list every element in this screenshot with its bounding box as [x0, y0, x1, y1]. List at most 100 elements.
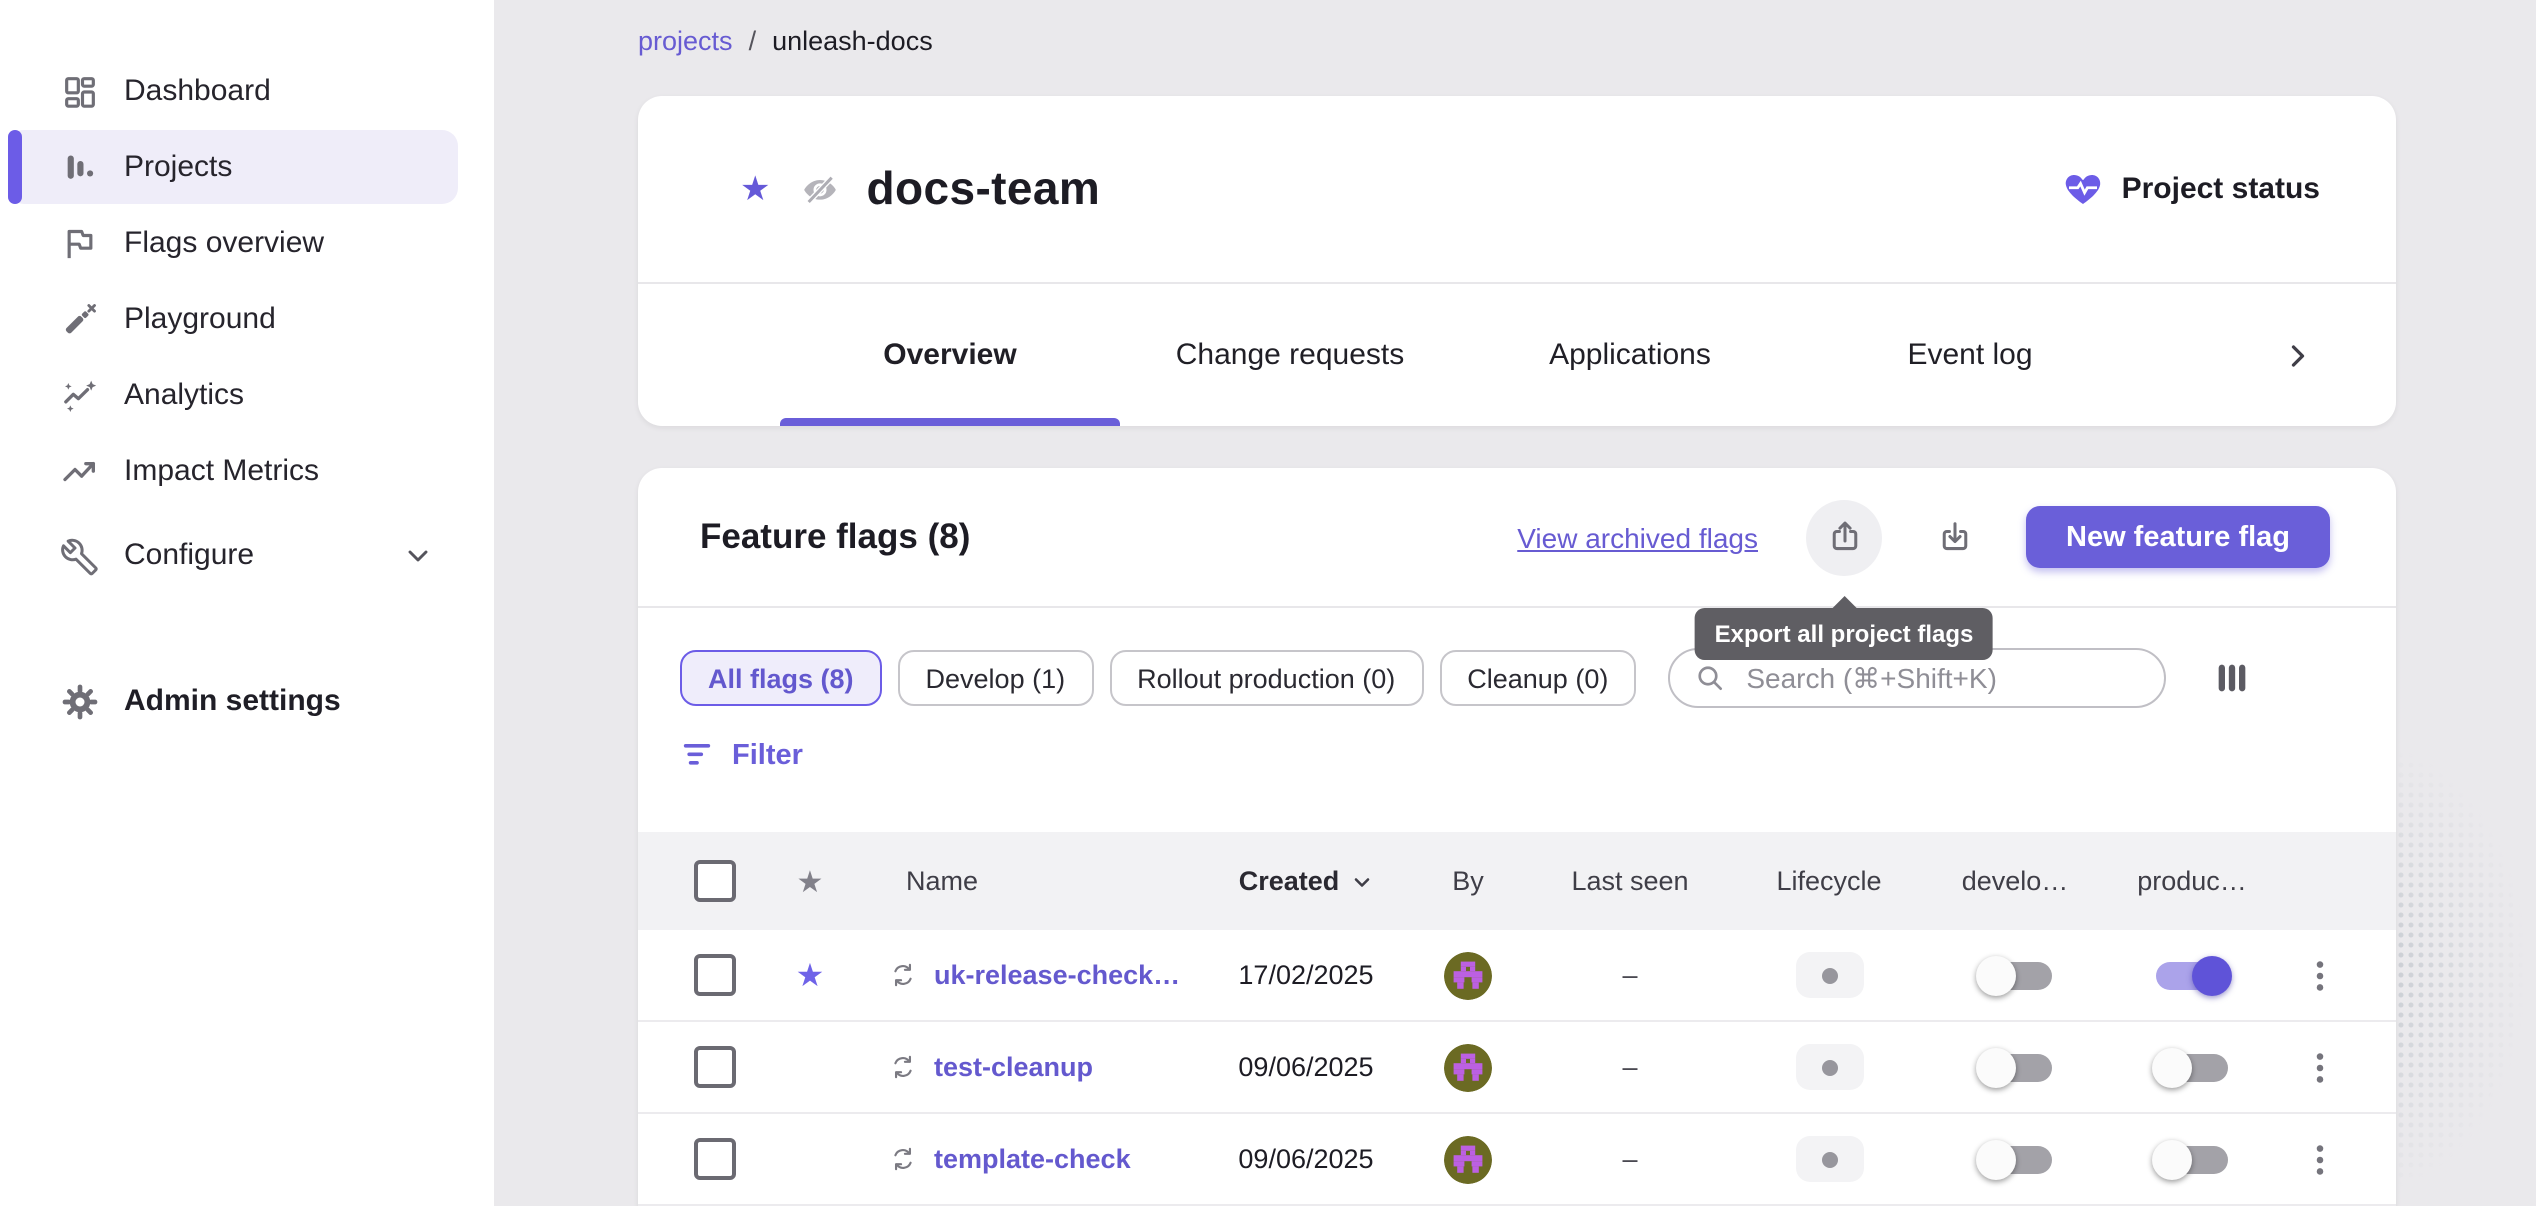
sidebar-item-label: Analytics	[124, 378, 244, 412]
flags-header: Feature flags (8) View archived flags Ex…	[638, 468, 2396, 606]
trending-up-icon	[60, 451, 100, 491]
sync-icon	[890, 962, 916, 988]
feature-flags-card: Feature flags (8) View archived flags Ex…	[638, 468, 2396, 1206]
flags-title: Feature flags (8)	[700, 516, 970, 558]
column-header-develop[interactable]: develo…	[1924, 866, 2106, 896]
last-seen-value: –	[1526, 1052, 1734, 1082]
develop-toggle[interactable]	[1975, 1139, 2055, 1179]
feature-flags-table: ★ NameCreatedByLast seenLifecycledevelo…p…	[638, 832, 2396, 1206]
chip-cleanup-0-[interactable]: Cleanup (0)	[1439, 650, 1636, 706]
dashboard-icon	[60, 71, 100, 111]
chip-rollout-production-0-[interactable]: Rollout production (0)	[1109, 650, 1423, 706]
column-header-created[interactable]: Created	[1202, 866, 1410, 896]
last-seen-value: –	[1526, 1144, 1734, 1174]
production-toggle[interactable]	[2152, 1047, 2232, 1087]
sidebar-item-playground[interactable]: Playground	[8, 282, 458, 356]
lifecycle-badge[interactable]	[1795, 952, 1863, 998]
sidebar-item-configure[interactable]: Configure	[8, 518, 458, 592]
avatar	[1444, 1043, 1492, 1091]
view-archived-flags-link[interactable]: View archived flags	[1517, 521, 1758, 553]
flag-icon	[60, 223, 100, 263]
table-row: ★uk-release-check…17/02/2025–	[638, 930, 2396, 1022]
columns-icon[interactable]	[2212, 658, 2252, 698]
heart-pulse-icon	[2062, 168, 2104, 210]
develop-toggle[interactable]	[1975, 1047, 2055, 1087]
avatar	[1444, 1135, 1492, 1183]
sidebar-item-analytics[interactable]: Analytics	[8, 358, 458, 432]
new-feature-flag-button[interactable]: New feature flag	[2026, 506, 2330, 568]
chip-develop-1-[interactable]: Develop (1)	[898, 650, 1094, 706]
column-header-by[interactable]: By	[1410, 866, 1526, 896]
export-icon	[1825, 518, 1863, 556]
develop-toggle[interactable]	[1975, 955, 2055, 995]
search-icon	[1694, 662, 1726, 694]
column-header-lifecycle[interactable]: Lifecycle	[1734, 866, 1924, 896]
import-flags-button[interactable]	[1936, 518, 1974, 556]
flag-name-link[interactable]: uk-release-check…	[934, 960, 1180, 990]
search-input[interactable]	[1742, 660, 2140, 696]
export-flags-button[interactable]: Export all project flags	[1806, 499, 1882, 575]
page-title: docs-team	[867, 162, 1101, 216]
table-row: template-check 09/06/2025 –	[638, 1114, 2396, 1206]
row-checkbox[interactable]	[693, 1138, 735, 1180]
project-header-card: ★ docs-team Project status OverviewChang…	[638, 96, 2396, 426]
production-toggle[interactable]	[2152, 955, 2232, 995]
filter-button[interactable]: Filter	[680, 738, 803, 772]
column-header-production[interactable]: produc…	[2106, 866, 2278, 896]
chips-group: All flags (8) Develop (1) Rollout producti…	[680, 650, 1652, 706]
row-actions-kebab-icon[interactable]	[2303, 957, 2335, 993]
sidebar-item-label: Dashboard	[124, 74, 271, 108]
created-date: 09/06/2025	[1202, 1144, 1410, 1174]
tab-overview[interactable]: Overview	[780, 284, 1120, 426]
projects-icon	[60, 147, 100, 187]
sidebar-item-dashboard[interactable]: Dashboard	[8, 54, 458, 128]
export-tooltip: Export all project flags	[1695, 607, 1994, 659]
sidebar-item-label: Configure	[124, 538, 254, 572]
flag-name-link[interactable]: test-cleanup	[934, 1052, 1093, 1082]
tabs-overflow-chevron-right-icon[interactable]	[2280, 337, 2316, 373]
lifecycle-badge[interactable]	[1795, 1044, 1863, 1090]
sidebar-item-projects[interactable]: Projects	[8, 130, 458, 204]
column-header-last-seen[interactable]: Last seen	[1526, 866, 1734, 896]
sync-icon	[890, 1054, 916, 1080]
row-actions-kebab-icon[interactable]	[2303, 1141, 2335, 1177]
sidebar-nav: Dashboard ProjectsFlags overview Playgroun…	[0, 54, 494, 738]
filter-icon	[680, 738, 714, 772]
chevron-down-icon	[402, 539, 434, 571]
app-screen: Dashboard ProjectsFlags overview Playgroun…	[0, 0, 2536, 1206]
table-body: ★uk-release-check…17/02/2025–test-cleanu…	[638, 930, 2396, 1206]
filter-label: Filter	[732, 739, 803, 771]
project-status-label: Project status	[2122, 172, 2320, 206]
favorite-star-icon[interactable]: ★	[740, 172, 771, 206]
select-all-checkbox[interactable]	[693, 860, 735, 902]
row-checkbox[interactable]	[693, 1046, 735, 1088]
sidebar-item-admin-settings[interactable]: Admin settings	[8, 664, 458, 738]
row-favorite-star-icon[interactable]: ★	[796, 955, 825, 995]
analytics-icon	[60, 375, 100, 415]
breadcrumb-projects-link[interactable]: projects	[638, 26, 733, 56]
production-toggle[interactable]	[2152, 1139, 2232, 1179]
chip-all-flags-8-[interactable]: All flags (8)	[680, 650, 882, 706]
row-actions-kebab-icon[interactable]	[2303, 1049, 2335, 1085]
tab-event-log[interactable]: Event log	[1800, 284, 2140, 426]
eye-off-icon[interactable]	[801, 169, 841, 209]
flag-filter-chips-row: All flags (8) Develop (1) Rollout producti…	[680, 648, 2330, 708]
sidebar-item-label: Playground	[124, 302, 276, 336]
sidebar-item-flags-overview[interactable]: Flags overview	[8, 206, 458, 280]
breadcrumb: projects / unleash-docs	[638, 26, 2396, 56]
flags-header-divider	[638, 606, 2396, 608]
sidebar-item-label: Impact Metrics	[124, 454, 319, 488]
flag-name-link[interactable]: template-check	[934, 1144, 1131, 1174]
tab-change-requests[interactable]: Change requests	[1120, 284, 1460, 426]
table-row: test-cleanup09/06/2025–	[638, 1022, 2396, 1114]
project-status-button[interactable]: Project status	[2062, 168, 2320, 210]
last-seen-value: –	[1526, 960, 1734, 990]
tab-applications[interactable]: Applications	[1460, 284, 1800, 426]
lifecycle-badge[interactable]	[1795, 1136, 1863, 1182]
project-tabs: OverviewChange requestsApplicationsEvent…	[638, 284, 2396, 426]
sidebar-item-impact-metrics[interactable]: Impact Metrics	[8, 434, 458, 508]
column-header-name[interactable]: Name	[862, 866, 1202, 896]
avatar	[1444, 951, 1492, 999]
row-checkbox[interactable]	[693, 954, 735, 996]
import-icon	[1936, 518, 1974, 556]
